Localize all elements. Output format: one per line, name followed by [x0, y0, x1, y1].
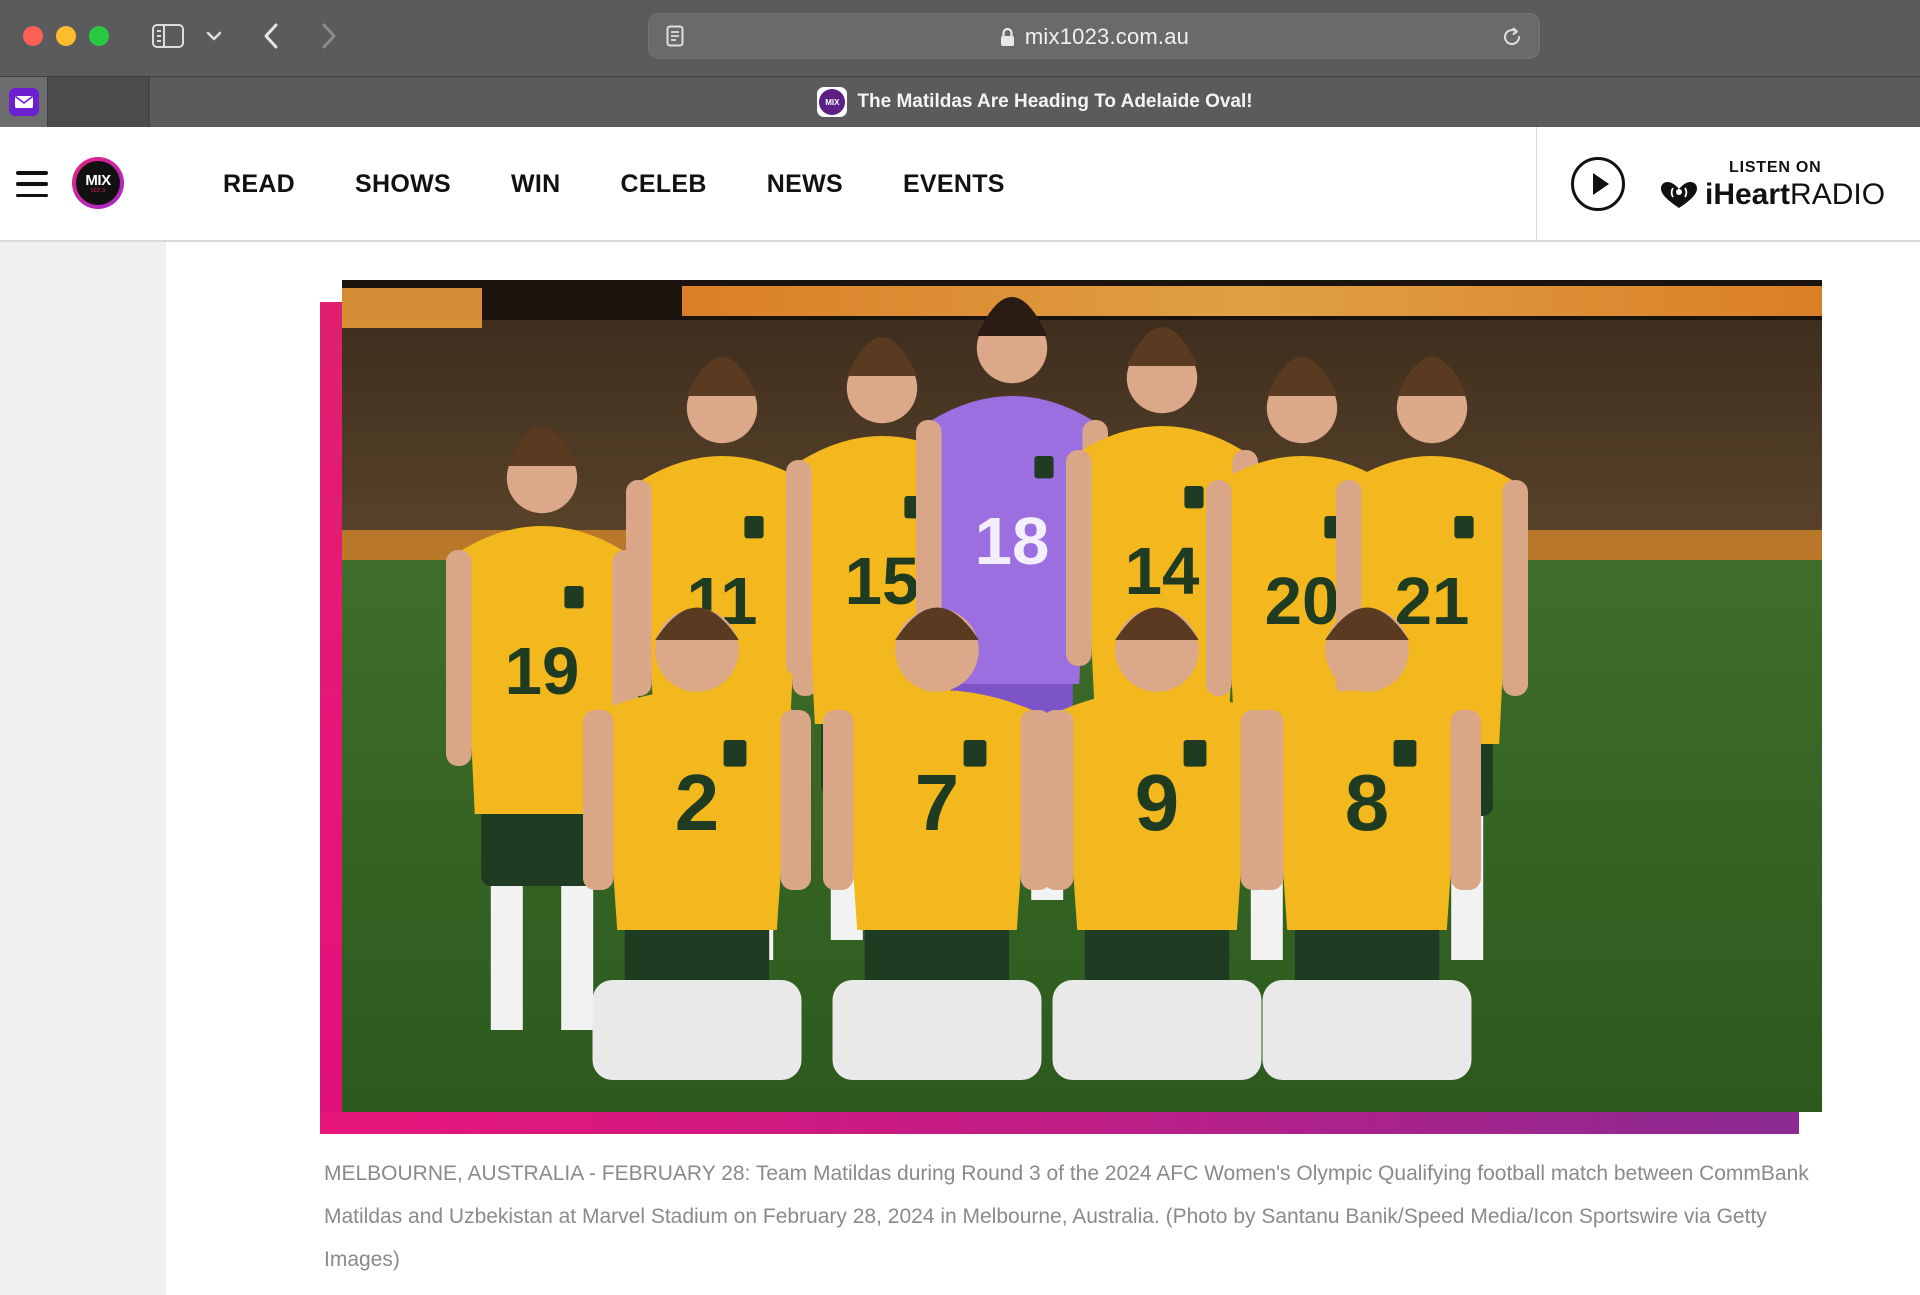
- iheartradio-logo[interactable]: iHeartRADIO: [1657, 178, 1885, 212]
- tab-separator: [148, 77, 149, 127]
- tab-group-menu-button[interactable]: [202, 22, 226, 50]
- tab-title: The Matildas Are Heading To Adelaide Ova…: [857, 91, 1253, 112]
- nav-read[interactable]: READ: [223, 170, 295, 199]
- iheart-bold-text: iHeart: [1705, 178, 1791, 211]
- photo-caption: MELBOURNE, AUSTRALIA - FEBRUARY 28: Team…: [324, 1162, 1809, 1271]
- nav-events[interactable]: EVENTS: [903, 170, 1005, 199]
- sidebar-icon: [152, 24, 184, 48]
- nav-shows[interactable]: SHOWS: [355, 170, 451, 199]
- chevron-right-icon: [322, 23, 336, 49]
- jersey-number: 20: [1265, 564, 1340, 639]
- url-text: mix1023.com.au: [1024, 24, 1190, 49]
- jersey-number: 8: [1345, 758, 1389, 847]
- reload-icon[interactable]: [1499, 24, 1525, 50]
- jersey-number: 15: [845, 544, 920, 619]
- tab-favicon-icon: MIX: [817, 87, 848, 117]
- frame-accent-bottom: [320, 1112, 1799, 1134]
- browser-toolbar: mix1023.com.au MIX The Matildas Are Head…: [0, 0, 1920, 127]
- address-bar[interactable]: mix1023.com.au: [648, 13, 1540, 59]
- pinned-tab-mail[interactable]: [0, 77, 48, 127]
- mix-logo[interactable]: MIX 102.3: [72, 157, 124, 209]
- logo-word: MIX: [85, 171, 111, 189]
- article-body: 19 11 15 18 14 20 21 2 7 9 8 MELBOURNE, AUSTRALIA …: [166, 242, 1920, 1295]
- main-nav: READ SHOWS WIN CELEB NEWS EVENTS: [223, 127, 1065, 242]
- zoom-window-button[interactable]: [89, 26, 109, 46]
- iheart-icon: [1661, 182, 1697, 208]
- jersey-number: 18: [975, 504, 1050, 579]
- left-rail: [0, 242, 166, 1295]
- back-button[interactable]: [255, 18, 287, 54]
- chevron-down-icon: [206, 31, 222, 41]
- nav-win[interactable]: WIN: [511, 170, 561, 199]
- forward-button[interactable]: [313, 18, 345, 54]
- nav-news[interactable]: NEWS: [767, 170, 843, 199]
- chevron-left-icon: [264, 23, 278, 49]
- frame-accent-left: [320, 302, 342, 1134]
- sidebar-toggle-button[interactable]: [150, 20, 186, 52]
- nav-celeb[interactable]: CELEB: [621, 170, 707, 199]
- listen-live-area: LISTEN ON iHeartRADIO: [1536, 127, 1920, 242]
- active-tab[interactable]: MIX The Matildas Are Heading To Adelaide…: [150, 77, 1920, 127]
- team-photo: 19 11 15 18 14 20 21 2 7 9 8: [342, 280, 1822, 1112]
- listen-on-label: LISTEN ON: [1729, 159, 1822, 176]
- play-button[interactable]: [1571, 157, 1625, 211]
- team-photo-illustration: 1911 1518 14 20 212 7 9 8: [342, 280, 1822, 1112]
- mail-icon: [8, 88, 39, 116]
- jersey-number: 14: [1125, 534, 1200, 609]
- play-icon: [1592, 173, 1609, 195]
- iheart-light-text: RADIO: [1790, 178, 1886, 211]
- jersey-number: 21: [1395, 564, 1470, 639]
- reader-mode-icon[interactable]: [663, 24, 687, 48]
- close-window-button[interactable]: [23, 26, 43, 46]
- jersey-number: 7: [915, 758, 959, 847]
- favicon-text: MIX: [819, 89, 846, 115]
- lock-icon: [999, 26, 1017, 48]
- site-header: MIX 102.3 READ SHOWS WIN CELEB NEWS EVEN…: [0, 127, 1920, 242]
- tab-bar: MIX The Matildas Are Heading To Adelaide…: [0, 76, 1920, 127]
- logo-frequency: 102.3: [90, 187, 106, 194]
- minimize-window-button[interactable]: [56, 26, 76, 46]
- jersey-number: 2: [675, 758, 719, 847]
- jersey-number: 19: [505, 634, 580, 709]
- jersey-number: 9: [1135, 758, 1179, 847]
- hamburger-menu-icon[interactable]: [16, 171, 48, 197]
